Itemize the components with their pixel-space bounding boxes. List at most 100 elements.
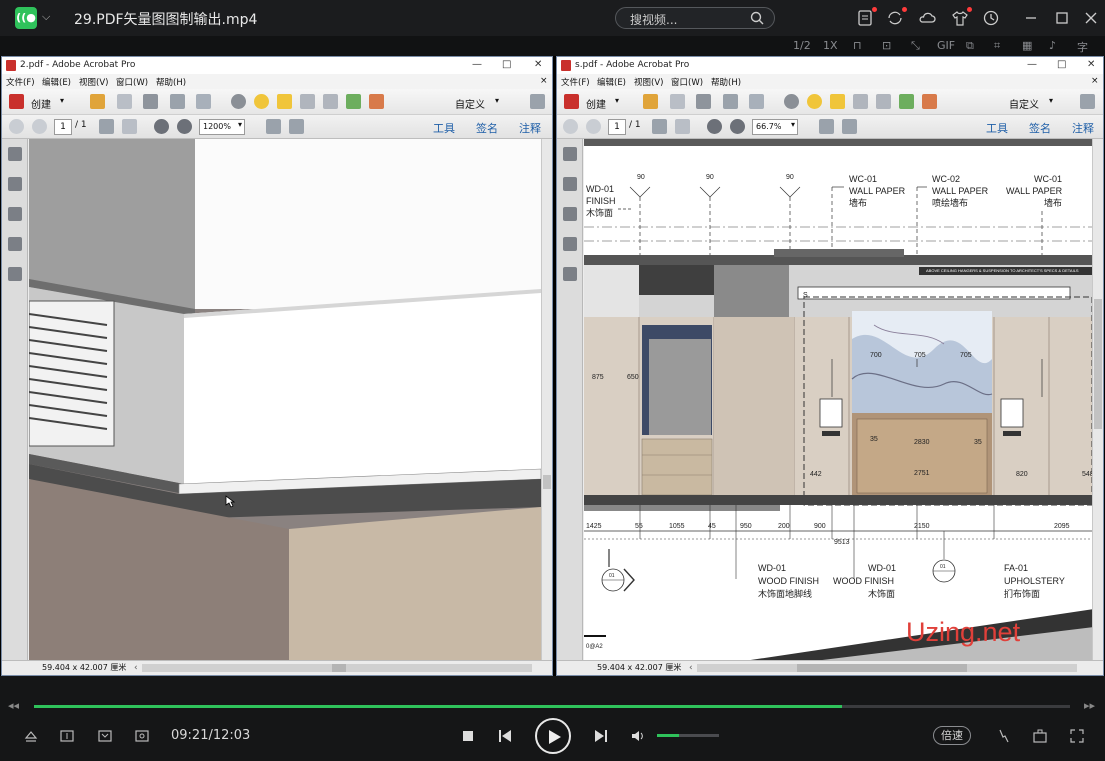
window-icon[interactable]: ⧉ — [966, 39, 974, 53]
create-icon[interactable] — [564, 94, 579, 109]
settings-icon[interactable] — [784, 94, 799, 109]
settings-icon[interactable] — [231, 94, 246, 109]
scroll-left-icon[interactable]: ‹ — [134, 661, 138, 675]
create-button[interactable]: 创建 — [586, 96, 606, 111]
menu-window[interactable]: 窗口(W) — [116, 76, 148, 88]
next-icon[interactable] — [593, 728, 609, 744]
gif-button[interactable]: GIF — [937, 39, 955, 52]
select-tool-icon[interactable] — [652, 119, 667, 134]
forward-icon[interactable]: ▸▸ — [1084, 699, 1095, 712]
chevron-down-icon[interactable]: ▾ — [238, 120, 242, 129]
sign-icon[interactable] — [922, 94, 937, 109]
page-ratio-button[interactable]: 1/2 — [793, 39, 811, 52]
close-icon[interactable]: ✕ — [534, 57, 542, 73]
bookmarks-icon[interactable] — [8, 177, 22, 191]
open-folder-icon[interactable] — [643, 94, 658, 109]
fullscreen-icon[interactable] — [1080, 94, 1095, 109]
previous-icon[interactable] — [497, 728, 513, 744]
menu-file[interactable]: 文件(F) — [6, 76, 35, 88]
signature-pane-icon[interactable] — [8, 267, 22, 281]
toolbox-icon[interactable] — [1032, 728, 1048, 744]
combine-icon[interactable] — [323, 94, 338, 109]
close-document-icon[interactable]: × — [1091, 76, 1099, 86]
edit-icon[interactable] — [170, 94, 185, 109]
sign-icon[interactable] — [369, 94, 384, 109]
capture-icon[interactable]: ⊡ — [882, 39, 891, 52]
speed-button[interactable]: 倍速 — [933, 726, 971, 745]
close-icon[interactable]: ✕ — [1087, 57, 1095, 73]
pdf-page-canvas-left[interactable] — [29, 139, 541, 661]
tool-icon[interactable] — [996, 728, 1012, 744]
highlight-icon[interactable] — [830, 94, 845, 109]
customize-button[interactable]: 自定义 — [455, 96, 485, 111]
hand-tool-icon[interactable] — [675, 119, 690, 134]
comment-icon[interactable] — [254, 94, 269, 109]
next-page-icon[interactable] — [32, 119, 47, 134]
zoom-icon[interactable]: ⤡ — [911, 39, 920, 53]
search-icon[interactable] — [750, 11, 764, 25]
comment-icon[interactable] — [807, 94, 822, 109]
prev-page-icon[interactable] — [563, 119, 578, 134]
fullscreen-icon[interactable] — [530, 94, 545, 109]
clock-icon[interactable] — [982, 9, 1000, 27]
refresh-icon[interactable] — [886, 7, 907, 27]
subtitle-icon[interactable] — [59, 728, 75, 744]
comment-tab[interactable]: 注释 — [519, 120, 541, 136]
maximize-icon[interactable]: □ — [502, 57, 511, 73]
zoom-in-icon[interactable] — [730, 119, 745, 134]
next-page-icon[interactable] — [586, 119, 601, 134]
hand-tool-icon[interactable] — [122, 119, 137, 134]
bookmarks-icon[interactable] — [563, 177, 577, 191]
prev-page-icon[interactable] — [9, 119, 24, 134]
fit-page-icon[interactable] — [266, 119, 281, 134]
email-icon[interactable] — [196, 94, 211, 109]
menu-edit[interactable]: 编辑(E) — [597, 76, 626, 88]
fit-page-icon[interactable] — [819, 119, 834, 134]
horizontal-scrollbar[interactable] — [142, 664, 532, 672]
tools-tab[interactable]: 工具 — [986, 120, 1008, 136]
playlist-icon[interactable] — [97, 728, 113, 744]
sign-tab[interactable]: 签名 — [1029, 120, 1051, 136]
volume-icon[interactable] — [630, 728, 646, 744]
fit-width-icon[interactable] — [842, 119, 857, 134]
close-icon[interactable] — [1082, 9, 1100, 27]
zoom-out-icon[interactable] — [154, 119, 169, 134]
search-input[interactable]: 搜视频... — [630, 11, 677, 28]
picture-icon[interactable]: ▦ — [1022, 39, 1032, 52]
progress-bar[interactable] — [34, 705, 1070, 708]
pages-icon[interactable] — [563, 147, 577, 161]
search-box[interactable]: 搜视频... — [615, 7, 775, 29]
chevron-down-icon[interactable]: ▾ — [791, 120, 795, 129]
chevron-down-icon[interactable]: ▾ — [615, 96, 619, 105]
layers-icon[interactable] — [8, 237, 22, 251]
chevron-down-icon[interactable]: ▾ — [60, 96, 64, 105]
minimize-icon[interactable]: — — [1027, 57, 1037, 73]
skin-icon[interactable] — [951, 7, 972, 27]
vertical-scrollbar[interactable] — [541, 139, 552, 661]
scroll-left-icon[interactable]: ‹ — [689, 661, 693, 675]
chevron-down-icon[interactable]: ▾ — [1049, 96, 1053, 105]
customize-button[interactable]: 自定义 — [1009, 96, 1039, 111]
app-logo[interactable]: ((● — [15, 7, 37, 29]
menu-window[interactable]: 窗口(W) — [671, 76, 703, 88]
play-button[interactable] — [535, 718, 571, 754]
email-icon[interactable] — [749, 94, 764, 109]
export-icon[interactable] — [899, 94, 914, 109]
crop-icon[interactable]: ⊓ — [853, 39, 862, 52]
vertical-scrollbar[interactable] — [1092, 139, 1103, 661]
fullscreen-icon[interactable] — [1069, 728, 1085, 744]
pages-icon[interactable] — [8, 147, 22, 161]
edit-icon[interactable] — [723, 94, 738, 109]
open-folder-icon[interactable] — [90, 94, 105, 109]
pdf-page-canvas-right[interactable]: WD-01 FINISH 木饰面 WC-01 WALL PAPER 墙布 WC-… — [584, 139, 1094, 661]
page-number-input[interactable]: 1 — [608, 119, 626, 135]
audio-icon[interactable]: ♪ — [1049, 39, 1056, 52]
maximize-icon[interactable]: □ — [1057, 57, 1066, 73]
tools-tab[interactable]: 工具 — [433, 120, 455, 136]
stamp-icon[interactable] — [300, 94, 315, 109]
eject-icon[interactable] — [23, 728, 39, 744]
comment-tab[interactable]: 注释 — [1072, 120, 1094, 136]
cloud-icon[interactable] — [918, 9, 936, 27]
page-number-input[interactable]: 1 — [54, 119, 72, 135]
menu-help[interactable]: 帮助(H) — [711, 76, 741, 88]
